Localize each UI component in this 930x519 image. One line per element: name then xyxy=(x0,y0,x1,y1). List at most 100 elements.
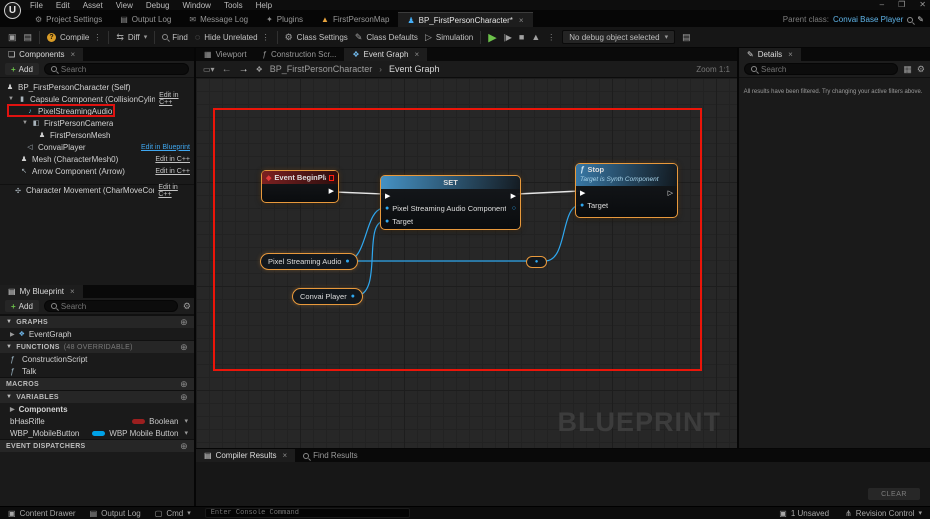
expander-icon[interactable]: ▶ xyxy=(10,406,15,413)
node-stop[interactable]: ƒ Stop Target is Synth Component ▶ ▷ ● T… xyxy=(575,163,678,218)
tab-bp-firstpersoncharacter[interactable]: ♟ BP_FirstPersonCharacter* × xyxy=(398,12,532,27)
components-search[interactable] xyxy=(44,63,189,75)
variables-section-header[interactable]: ▼ VARIABLES ⊕ xyxy=(0,390,194,403)
display-filter-icon[interactable]: ▦ xyxy=(903,64,912,75)
add-macro-icon[interactable]: ⊕ xyxy=(180,379,188,390)
edit-in-cpp-link[interactable]: Edit in C++ xyxy=(155,168,190,175)
breadcrumb-root[interactable]: BP_FirstPersonCharacter xyxy=(270,64,373,74)
add-blueprint-item-button[interactable]: + Add xyxy=(5,300,39,312)
components-tab[interactable]: ❏ Components × xyxy=(0,48,83,61)
debug-object-dropdown[interactable]: No debug object selected ▾ xyxy=(562,30,675,44)
hide-unrelated-button[interactable]: ◌ Hide Unrelated ⋮ xyxy=(195,32,270,42)
console-command-input[interactable] xyxy=(205,508,410,518)
exec-in-pin[interactable]: ▶ xyxy=(580,189,585,197)
class-settings-button[interactable]: ⚙ Class Settings xyxy=(285,32,348,43)
edit-in-blueprint-link[interactable]: Edit in Blueprint xyxy=(141,144,190,151)
close-button[interactable]: ✕ xyxy=(919,0,926,9)
parent-class-value[interactable]: Convai Base Player xyxy=(833,15,903,24)
class-defaults-button[interactable]: ✎ Class Defaults xyxy=(355,32,418,43)
browse-icon[interactable]: ▤ xyxy=(24,32,33,43)
add-variable-icon[interactable]: ⊕ xyxy=(180,392,188,403)
menu-window[interactable]: Window xyxy=(182,1,210,10)
tab-firstpersonmap[interactable]: ▲ FirstPersonMap xyxy=(312,12,398,27)
frame-skip-button[interactable]: |▶ xyxy=(504,33,512,42)
content-drawer-button[interactable]: ▣ Content Drawer xyxy=(8,509,76,518)
reroute-pin[interactable]: ● xyxy=(535,259,539,265)
variable-row-bhasrifle[interactable]: bHasRifle Boolean ▾ xyxy=(0,415,194,427)
constructionscript-item[interactable]: ƒ ConstructionScript xyxy=(0,353,194,365)
close-icon[interactable]: × xyxy=(414,50,419,59)
event-graph-tab[interactable]: ❖ Event Graph × xyxy=(344,48,427,61)
construction-script-tab[interactable]: ƒ Construction Scr... xyxy=(255,48,345,61)
functions-section-header[interactable]: ▼ FUNCTIONS (48 OVERRIDABLE) ⊕ xyxy=(0,340,194,353)
menu-asset[interactable]: Asset xyxy=(83,1,103,10)
viewport-tab[interactable]: ▦ Viewport xyxy=(196,48,255,61)
debug-browse-icon[interactable]: ▤ xyxy=(682,32,691,43)
edit-in-cpp-link[interactable]: Edit in C++ xyxy=(159,92,190,106)
variable-row-wbp-mobilebutton[interactable]: WBP_MobileButton WBP Mobile Button ▾ xyxy=(0,427,194,439)
play-button[interactable]: ▶ xyxy=(488,31,496,44)
add-dispatcher-icon[interactable]: ⊕ xyxy=(180,441,188,452)
component-row-mesh[interactable]: ♟ Mesh (CharacterMesh0) Edit in C++ xyxy=(0,153,194,165)
object-pin[interactable]: ● xyxy=(385,205,389,212)
edit-in-cpp-link[interactable]: Edit in C++ xyxy=(158,184,190,198)
simulation-button[interactable]: ▷ Simulation xyxy=(425,32,473,43)
component-row-firstpersoncamera[interactable]: ▼ ◧ FirstPersonCamera xyxy=(0,117,194,129)
menu-edit[interactable]: Edit xyxy=(56,1,70,10)
breadcrumb-current[interactable]: Event Graph xyxy=(389,64,440,74)
unsaved-indicator[interactable]: ▣ 1 Unsaved xyxy=(779,509,829,518)
clear-button[interactable]: CLEAR xyxy=(868,488,920,500)
add-graph-icon[interactable]: ⊕ xyxy=(180,317,188,328)
components-search-input[interactable] xyxy=(61,65,182,74)
close-icon[interactable]: × xyxy=(71,50,76,59)
compile-options-icon[interactable]: ⋮ xyxy=(93,33,101,42)
my-blueprint-search-input[interactable] xyxy=(61,302,171,311)
revision-control-button[interactable]: ⋔ Revision Control ▾ xyxy=(845,509,922,518)
tab-plugins[interactable]: ✦ Plugins xyxy=(257,12,312,27)
back-icon[interactable]: ← xyxy=(222,64,232,75)
menu-file[interactable]: File xyxy=(30,1,43,10)
diff-button[interactable]: ⇆ Diff ▾ xyxy=(116,32,147,43)
close-icon[interactable]: × xyxy=(788,50,793,59)
target-pin[interactable]: ● xyxy=(580,202,584,209)
filter-gear-icon[interactable]: ⚙ xyxy=(183,301,191,312)
find-results-tab[interactable]: Find Results xyxy=(295,449,365,462)
close-tab-icon[interactable]: × xyxy=(519,16,524,25)
play-options-icon[interactable]: ⋮ xyxy=(547,33,555,42)
forward-icon[interactable]: → xyxy=(239,64,249,75)
bookmark-icon[interactable]: ▭▾ xyxy=(203,65,215,74)
details-search-input[interactable] xyxy=(761,65,891,74)
component-row-arrow[interactable]: ↖ Arrow Component (Arrow) Edit in C++ xyxy=(0,165,194,177)
tab-project-settings[interactable]: ⚙ Project Settings xyxy=(26,12,111,27)
component-row-convaiplayer[interactable]: ◁ ConvaiPlayer Edit in Blueprint xyxy=(0,141,194,153)
tab-message-log[interactable]: ✉ Message Log xyxy=(180,12,257,27)
target-pin[interactable]: ● xyxy=(385,218,389,225)
add-component-button[interactable]: + Add xyxy=(5,63,39,75)
node-get-pixel-streaming-audio[interactable]: Pixel Streaming Audio ● xyxy=(260,253,358,270)
my-blueprint-search[interactable] xyxy=(44,300,178,312)
eject-button[interactable]: ▲ xyxy=(531,32,540,42)
node-get-convai-player[interactable]: Convai Player ● xyxy=(292,288,363,305)
expander-icon[interactable]: ▼ xyxy=(22,120,28,126)
output-value-pin[interactable]: ○ xyxy=(512,205,516,212)
stop-button[interactable]: ■ xyxy=(519,32,524,42)
node-set-pixel-streaming-audio-component[interactable]: SET ▶ ▶ ● Pixel Streaming Audio Componen… xyxy=(380,175,521,230)
component-row-firstpersonmesh[interactable]: ♟ FirstPersonMesh xyxy=(0,129,194,141)
output-pin[interactable]: ● xyxy=(345,258,349,265)
event-graph-canvas[interactable]: BLUEPRINT ◆ Event BeginPlay ▶ SET xyxy=(196,78,737,448)
menu-debug[interactable]: Debug xyxy=(146,1,170,10)
menu-view[interactable]: View xyxy=(116,1,133,10)
add-function-icon[interactable]: ⊕ xyxy=(180,342,188,353)
output-log-button[interactable]: ▤ Output Log xyxy=(90,509,141,518)
output-pin[interactable]: ● xyxy=(351,293,355,300)
component-row-capsule[interactable]: ▼ ▮ Capsule Component (CollisionCylinder… xyxy=(0,93,194,105)
details-search[interactable] xyxy=(744,63,898,75)
settings-gear-icon[interactable]: ⚙ xyxy=(917,64,925,75)
minimize-button[interactable]: – xyxy=(880,0,884,9)
tab-output-log[interactable]: ▤ Output Log xyxy=(111,12,180,27)
edit-in-cpp-link[interactable]: Edit in C++ xyxy=(155,156,190,163)
search-icon[interactable] xyxy=(907,17,913,23)
components-category-row[interactable]: ▶ Components xyxy=(0,403,194,415)
exec-out-pin[interactable]: ▶ xyxy=(511,192,516,200)
node-event-beginplay[interactable]: ◆ Event BeginPlay ▶ xyxy=(261,170,339,203)
